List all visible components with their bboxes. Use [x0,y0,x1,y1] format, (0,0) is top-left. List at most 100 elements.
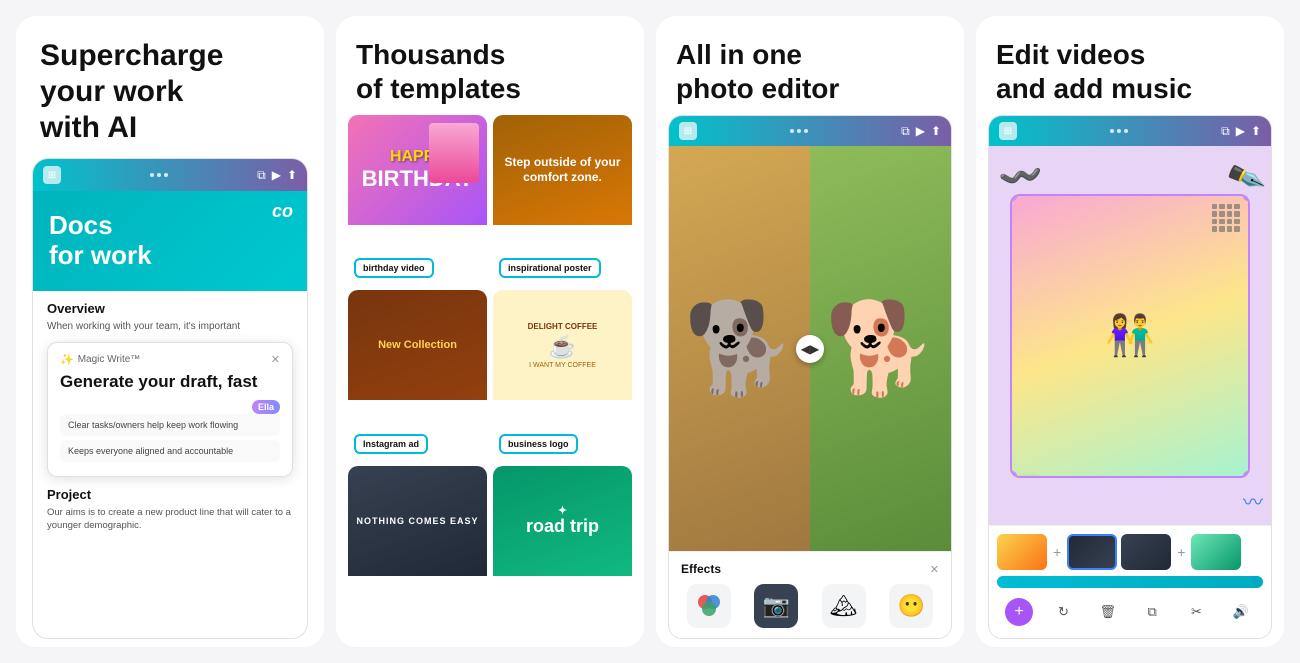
nothing-text: NOTHING COMES EASY [356,516,478,526]
docs-line2: for work [49,240,152,270]
edit-videos-text: Edit videos [996,39,1145,70]
share-icon-3[interactable]: ⬆ [931,124,941,139]
audio-button[interactable]: 🔊 [1227,598,1255,626]
clip-4[interactable] [1191,534,1241,570]
overview-title: Overview [47,301,293,316]
copy-icon-4[interactable]: ⧉ [1221,124,1230,139]
play-icon[interactable]: ▶ [272,168,281,183]
clip-2[interactable] [1067,534,1117,570]
project-section: Project Our aims is to create a new prod… [47,487,293,533]
video-play-button[interactable]: ▶ [1012,476,1048,478]
dog-emoji-right: 🐕 [824,296,936,401]
magic-write-title: ✨ Magic Write™ [60,353,140,366]
photo-mock: ⊞ ⧉ ▶ ⬆ 🐕 🐕 ◀▶ [668,115,952,639]
template-birthday[interactable]: HAPPY BIRTHDAY birthday video [348,115,487,284]
copy-icon[interactable]: ⧉ [257,168,266,183]
template-roadtrip[interactable]: ✦ road trip [493,466,632,635]
scribble-decoration-3: 〰 [1243,486,1263,515]
cut-button[interactable]: ✂ [1182,598,1210,626]
magic-write-card: ✨ Magic Write™ ✕ Generate your draft, fa… [47,342,293,477]
video-canvas-inner: 👫 ▶ [1010,194,1250,478]
heading-line2: your work [40,75,183,108]
docs-line1: Docs [49,210,113,240]
rotate-button[interactable]: ↻ [1049,598,1077,626]
home-icon-3: ⊞ [679,122,697,140]
handle-br[interactable] [1243,471,1250,478]
effects-title-row: Effects ✕ [681,562,939,576]
task-item-2: Keeps everyone aligned and accountable [60,440,280,462]
split-handle[interactable]: ◀▶ [796,335,824,363]
color-effect-icon[interactable] [687,584,731,628]
magic-write-header: ✨ Magic Write™ ✕ [60,353,280,366]
birthday-label: birthday video [354,258,434,278]
face-effect-icon[interactable]: 😶 [889,584,933,628]
clip-1[interactable] [997,534,1047,570]
dog-emoji-left: 🐕 [683,296,795,401]
effects-panel: Effects ✕ 📷 🏔 😶 [669,551,951,638]
duplicate-button[interactable]: ⧉ [1138,598,1166,626]
wand-icon: ✨ [60,353,74,366]
phone-bar-1: ⊞ ⧉ ▶ ⬆ [33,159,307,191]
panel-video: Edit videos and add music ⊞ ⧉ ▶ ⬆ 〰️ [976,16,1284,647]
coffee-name: DELIGHT COFFEE [528,322,598,332]
play-icon-4[interactable]: ▶ [1236,124,1245,139]
template-inspiration[interactable]: Step outside of your comfort zone. inspi… [493,115,632,284]
handle-bl[interactable] [1010,471,1017,478]
delete-button[interactable]: 🗑 [1094,598,1122,626]
magic-write-label: Magic Write™ [78,354,141,365]
bar-dots-3 [790,129,808,133]
bar-action-icons: ⧉ ▶ ⬆ [257,168,297,183]
coffee-bg: DELIGHT COFFEE ☕ I WANT MY COFFEE [493,290,632,400]
instagram-label: Instagram ad [354,434,428,454]
app-container: Supercharge your work with AI ⊞ ⧉ ▶ ⬆ [0,0,1300,663]
template-nothing[interactable]: NOTHING COMES EASY [348,466,487,635]
share-icon-4[interactable]: ⬆ [1251,124,1261,139]
play-icon-3[interactable]: ▶ [916,124,925,139]
roadtrip-text: ✦ road trip [526,505,599,537]
docs-banner: co Docs for work [33,191,307,291]
inspiration-bg: Step outside of your comfort zone. [493,115,632,225]
panel2-heading: Thousands of templates [356,38,624,105]
handle-tl[interactable] [1010,194,1017,201]
overview-text: When working with your team, it's import… [47,320,293,334]
panel-photo: All in one photo editor ⊞ ⧉ ▶ ⬆ [656,16,964,647]
landscape-effect-icon[interactable]: 🏔 [822,584,866,628]
plus-sign-1: + [1051,544,1063,560]
task-item-1: Clear tasks/owners help keep work flowin… [60,414,280,436]
collection-text: New Collection [378,338,457,352]
photo-editor-text: photo editor [676,73,839,104]
timeline-clips-row: + + [997,534,1263,570]
docs-title: Docs for work [49,211,291,271]
close-icon[interactable]: ✕ [271,353,280,366]
coffee-tag: I WANT MY COFFEE [529,362,596,369]
project-text: Our aims is to create a new product line… [47,506,293,533]
panel3-header: All in one photo editor [656,16,964,115]
add-music-text: and add music [996,73,1192,104]
effects-icons-row: 📷 🏔 😶 [681,584,939,628]
copy-icon-3[interactable]: ⧉ [901,124,910,139]
phone-mockup-1: ⊞ ⧉ ▶ ⬆ co Docs for work [32,158,308,639]
coffee-cup-icon: ☕ [549,334,576,360]
template-coffee[interactable]: DELIGHT COFFEE ☕ I WANT MY COFFEE busine… [493,290,632,459]
audio-waveform-bar [997,576,1263,588]
nothing-bg: NOTHING COMES EASY [348,466,487,576]
camera-effect-icon[interactable]: 📷 [754,584,798,628]
share-icon[interactable]: ⬆ [287,168,297,183]
birthday-bg: HAPPY BIRTHDAY [348,115,487,225]
magic-write-headline: Generate your draft, fast [60,372,280,392]
template-instagram[interactable]: New Collection Instagram ad [348,290,487,459]
project-title: Project [47,487,293,502]
add-clip-button[interactable]: + [1005,598,1033,626]
video-bar: ⊞ ⧉ ▶ ⬆ [989,116,1271,146]
birthday-photo [429,123,479,183]
collection-bg: New Collection [348,290,487,400]
clip-3[interactable] [1121,534,1171,570]
panel4-heading: Edit videos and add music [996,38,1264,105]
panel4-header: Edit videos and add music [976,16,1284,115]
phone-content-1: Overview When working with your team, it… [33,291,307,638]
coffee-label: business logo [499,434,578,454]
effects-close-icon[interactable]: ✕ [930,563,939,576]
dog-right: 🐕 [810,146,951,551]
grid-overlay [1212,204,1240,232]
panel-ai: Supercharge your work with AI ⊞ ⧉ ▶ ⬆ [16,16,324,647]
